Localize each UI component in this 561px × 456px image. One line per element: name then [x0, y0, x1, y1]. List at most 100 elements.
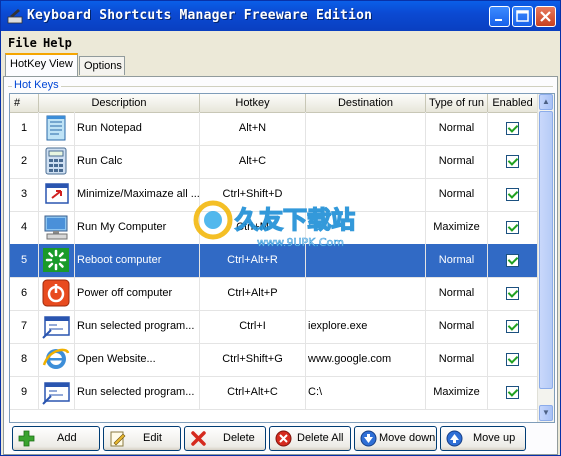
- row-icon-cell: [39, 310, 75, 343]
- reboot-icon: [43, 248, 69, 272]
- enabled-checkbox[interactable]: [506, 320, 519, 333]
- row-icon-cell: [39, 211, 75, 244]
- row-description: Reboot computer: [75, 244, 200, 277]
- table-row[interactable]: 5 Reboot computer Ctrl+Alt+R Normal: [10, 244, 538, 278]
- row-hotkey: Ctrl+Shift+D: [200, 178, 306, 211]
- enabled-checkbox[interactable]: [506, 188, 519, 201]
- group-title: Hot Keys: [12, 79, 61, 91]
- keyboard-app-icon: [7, 9, 23, 24]
- row-enabled-cell: [488, 376, 538, 409]
- row-type-of-run: Normal: [426, 277, 488, 310]
- row-enabled-cell: [488, 178, 538, 211]
- menu-help[interactable]: Help: [43, 36, 72, 50]
- row-description: Open Website...: [75, 343, 200, 376]
- run-program-icon: [42, 316, 70, 339]
- scroll-up-button[interactable]: ▲: [539, 94, 553, 110]
- table-row[interactable]: 3 Minimize/Maximaze all ... Ctrl+Shift+D No…: [10, 178, 538, 212]
- delete-all-icon: [275, 430, 292, 447]
- minimize-button[interactable]: [489, 6, 510, 27]
- tab-hotkey-view[interactable]: HotKey View: [5, 53, 78, 76]
- column-header-number[interactable]: #: [10, 94, 39, 112]
- title-bar[interactable]: Keyboard Shortcuts Manager Freeware Edit…: [1, 1, 560, 31]
- tab-strip: HotKey View Options: [1, 53, 560, 77]
- delete-all-button[interactable]: Delete All: [269, 426, 351, 451]
- row-description: Run Calc: [75, 145, 200, 178]
- row-type-of-run: Normal: [426, 145, 488, 178]
- column-header-type-of-run[interactable]: Type of run: [426, 94, 488, 112]
- row-icon-cell: [39, 112, 75, 145]
- add-icon: [18, 430, 35, 447]
- my-computer-icon: [44, 215, 68, 240]
- row-destination: [306, 112, 426, 145]
- row-hotkey: Ctrl+Shift+G: [200, 343, 306, 376]
- row-type-of-run: Maximize: [426, 376, 488, 409]
- add-button[interactable]: Add: [12, 426, 100, 451]
- tab-options[interactable]: Options: [79, 56, 125, 75]
- menu-bar: File Help: [1, 32, 560, 52]
- enabled-checkbox[interactable]: [506, 287, 519, 300]
- row-destination: [306, 277, 426, 310]
- internet-explorer-icon: [42, 348, 70, 369]
- group-divider: [8, 86, 553, 87]
- calculator-icon: [45, 147, 67, 175]
- delete-button[interactable]: Delete: [184, 426, 266, 451]
- edit-button[interactable]: Edit: [103, 426, 181, 451]
- row-icon-cell: [39, 376, 75, 409]
- column-header-enabled[interactable]: Enabled: [488, 94, 538, 112]
- row-description: Run Notepad: [75, 112, 200, 145]
- column-header-destination[interactable]: Destination: [306, 94, 426, 112]
- move-up-icon: [446, 430, 463, 447]
- table-row[interactable]: 9 Run selected program... Ctrl+Alt+C C:\ Max…: [10, 376, 538, 410]
- row-number: 1: [10, 112, 39, 145]
- menu-file[interactable]: File: [8, 36, 37, 50]
- enabled-checkbox[interactable]: [506, 386, 519, 399]
- table-row[interactable]: 1 Run Notepad Alt+N Normal: [10, 112, 538, 146]
- scroll-thumb[interactable]: [539, 111, 553, 389]
- row-number: 4: [10, 211, 39, 244]
- row-icon-cell: [39, 145, 75, 178]
- row-description: Power off computer: [75, 277, 200, 310]
- row-hotkey: Ctrl+Alt+P: [200, 277, 306, 310]
- minimize-window-icon: [45, 183, 69, 204]
- row-type-of-run: Normal: [426, 343, 488, 376]
- close-button[interactable]: [535, 6, 556, 27]
- row-enabled-cell: [488, 343, 538, 376]
- minimize-icon: [495, 19, 502, 21]
- row-type-of-run: Maximize: [426, 211, 488, 244]
- row-description: Run selected program...: [75, 376, 200, 409]
- notepad-icon: [46, 115, 66, 141]
- power-off-icon: [42, 279, 70, 307]
- table-row[interactable]: 4 Run My Computer Ctrl+M Maximize: [10, 211, 538, 245]
- close-icon: [540, 11, 551, 22]
- row-enabled-cell: [488, 310, 538, 343]
- move-up-button[interactable]: Move up: [440, 426, 526, 451]
- row-number: 5: [10, 244, 39, 277]
- row-icon-cell: [39, 244, 75, 277]
- row-number: 8: [10, 343, 39, 376]
- row-description: Run My Computer: [75, 211, 200, 244]
- row-type-of-run: Normal: [426, 112, 488, 145]
- hotkey-panel: Hot Keys # Description Hotkey Destinatio…: [3, 76, 558, 455]
- row-type-of-run: Normal: [426, 310, 488, 343]
- run-program-icon: [42, 382, 70, 405]
- row-destination: [306, 211, 426, 244]
- column-header-hotkey[interactable]: Hotkey: [200, 94, 306, 112]
- enabled-checkbox[interactable]: [506, 122, 519, 135]
- table-row[interactable]: 8 Open Website... Ctrl+Shift+G www.google.c…: [10, 343, 538, 377]
- scroll-down-button[interactable]: ▼: [539, 405, 553, 421]
- table-row[interactable]: [10, 409, 538, 422]
- enabled-checkbox[interactable]: [506, 353, 519, 366]
- list-header: # Description Hotkey Destination Type of…: [10, 94, 538, 113]
- enabled-checkbox[interactable]: [506, 155, 519, 168]
- vertical-scrollbar[interactable]: ▲ ▼: [537, 94, 554, 422]
- table-row[interactable]: 2 Run Calc Alt+C Normal: [10, 145, 538, 179]
- row-type-of-run: Normal: [426, 244, 488, 277]
- maximize-button[interactable]: [512, 6, 533, 27]
- enabled-checkbox[interactable]: [506, 254, 519, 267]
- enabled-checkbox[interactable]: [506, 221, 519, 234]
- column-header-description[interactable]: Description: [39, 94, 200, 112]
- table-row[interactable]: 6 Power off computer Ctrl+Alt+P Normal: [10, 277, 538, 311]
- move-down-button[interactable]: Move down: [354, 426, 437, 451]
- table-row[interactable]: 7 Run selected program... Ctrl+I iexplore.e…: [10, 310, 538, 344]
- row-number: 6: [10, 277, 39, 310]
